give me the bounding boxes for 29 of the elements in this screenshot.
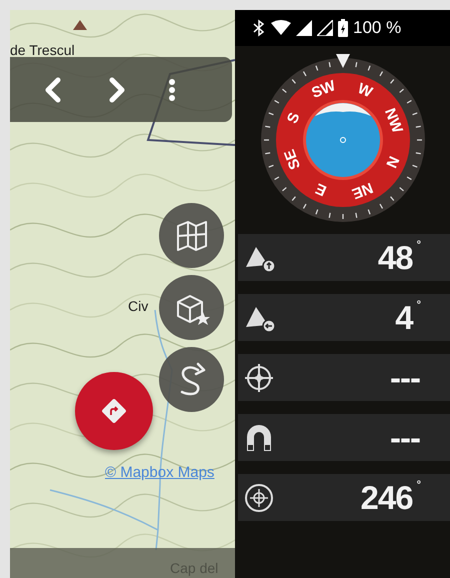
compass-direction-label: NW [380,106,406,136]
degree-unit: ° [416,238,420,253]
signal-icon [317,20,333,36]
place-label: Civ [128,297,148,316]
reading-value: 48 [378,238,413,278]
battery-text: 100 % [353,17,402,40]
reading-value: 246 [360,478,413,518]
reading-value: --- [390,418,420,458]
compass-icon [244,482,276,512]
degree-unit: ° [416,298,420,313]
compass-direction-label: SW [308,77,338,102]
compass-direction-label: N [382,154,402,170]
signal-icon [296,20,312,36]
map-button[interactable] [159,203,224,268]
bluetooth-icon [252,19,266,37]
navigate-button[interactable] [75,372,153,450]
reading-value: --- [390,358,420,398]
place-label: de Trescul [10,41,75,60]
menu-button[interactable] [168,78,176,102]
compass-direction-label: W [354,80,374,102]
compass-direction-label: E [312,180,329,200]
compass-direction-label: S [283,110,303,126]
degree-unit: ° [416,478,420,493]
crosshair-icon [244,362,276,392]
battery-icon [338,19,348,37]
wifi-icon [271,20,291,36]
reading-value: 4 [395,298,413,338]
compass-direction-label: NE [349,178,375,202]
compass-direction-label: SE [280,146,304,172]
